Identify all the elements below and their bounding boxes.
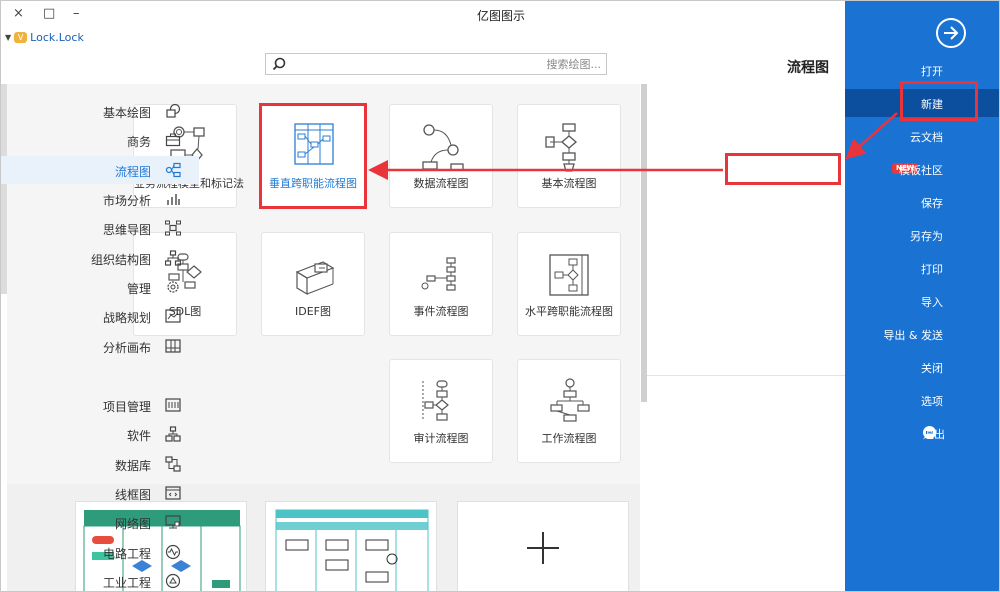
annotation-arrows <box>368 112 898 180</box>
arrow-to-flowchart <box>845 112 898 160</box>
app-window: × □ – 亿图图示 ▼ V Lock.Lock 流程图 基本流程图 <box>0 0 1000 592</box>
